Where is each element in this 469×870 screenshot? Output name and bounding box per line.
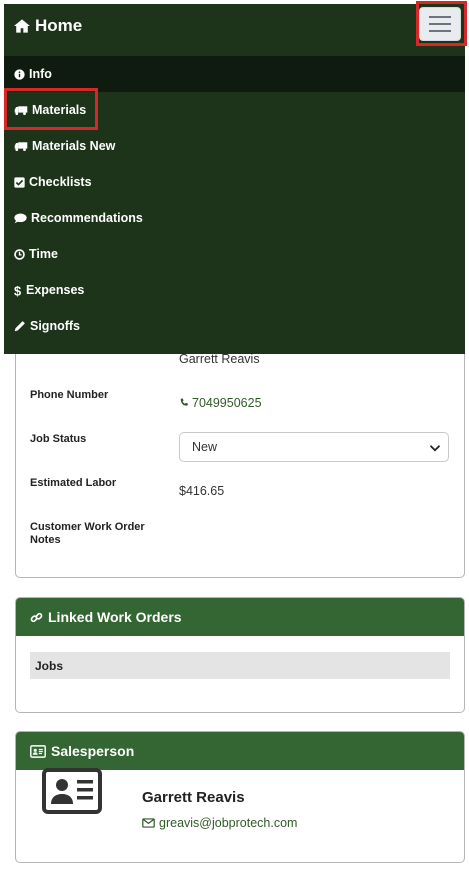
salesperson-name: Garrett Reavis — [142, 789, 245, 806]
menu-item-recommendations[interactable]: Recommendations — [4, 200, 465, 236]
menu-item-checklists-label: Checklists — [29, 175, 92, 189]
top-navbar: Home — [4, 4, 465, 48]
estimated-labor-value: $416.65 — [179, 484, 225, 498]
hamburger-icon-line — [429, 16, 451, 18]
menu-item-materials-label: Materials — [32, 103, 87, 117]
menu-item-recommendations-label: Recommendations — [31, 211, 143, 225]
menu-item-signoffs-label: Signoffs — [30, 319, 80, 333]
salesperson-title: Salesperson — [51, 743, 135, 759]
customer-notes-label-line1: Customer Work Order — [30, 521, 145, 533]
contact-name: Garrett Reavis — [179, 352, 260, 366]
salesperson-card: Salesperson Garrett Reavis greavis@jobpr… — [15, 731, 465, 863]
check-square-icon — [14, 176, 25, 188]
menu-item-expenses[interactable]: $ Expenses — [4, 272, 465, 308]
id-card-icon — [30, 744, 46, 758]
menu-item-signoffs[interactable]: Signoffs — [4, 308, 465, 344]
menu-item-info-label: Info — [29, 67, 52, 81]
dollar-icon: $ — [14, 284, 21, 297]
home-brand-label: Home — [35, 16, 83, 35]
home-icon — [14, 19, 30, 33]
clock-icon — [14, 248, 25, 260]
phone-value: 7049950625 — [192, 396, 262, 410]
salesperson-email-link[interactable]: greavis@jobprotech.com — [142, 816, 297, 830]
job-status-value: New — [192, 440, 218, 454]
menu-item-time-label: Time — [29, 247, 58, 261]
menu-item-materials-new-label: Materials New — [32, 139, 116, 153]
nav-dropdown-menu: Info Materials Materials New Checklists … — [4, 48, 465, 354]
pencil-icon — [14, 321, 25, 332]
menu-item-checklists[interactable]: Checklists — [4, 164, 465, 200]
svg-text:$: $ — [14, 284, 21, 297]
info-circle-icon — [14, 68, 25, 80]
job-status-select[interactable]: New — [179, 432, 449, 462]
menu-item-expenses-label: Expenses — [26, 283, 85, 297]
phone-label: Phone Number — [30, 389, 109, 401]
linked-work-orders-header: Linked Work Orders — [16, 598, 464, 636]
customer-notes-label: Customer Work Order Notes — [30, 521, 145, 547]
menu-item-info[interactable]: Info — [4, 56, 465, 92]
menu-toggle-button[interactable] — [419, 7, 461, 41]
jobs-label: Jobs — [35, 658, 64, 673]
link-icon — [30, 612, 43, 622]
home-brand-link[interactable]: Home — [14, 16, 82, 36]
menu-item-materials-new[interactable]: Materials New — [4, 128, 465, 164]
salesperson-header: Salesperson — [16, 732, 464, 770]
linked-work-orders-title: Linked Work Orders — [48, 609, 182, 625]
menu-item-materials[interactable]: Materials — [4, 92, 465, 128]
contact-card-icon — [42, 768, 102, 814]
envelope-icon — [142, 818, 155, 828]
phone-icon — [180, 398, 188, 406]
estimated-labor-label: Estimated Labor — [30, 477, 117, 489]
phone-link[interactable]: 7049950625 — [179, 396, 262, 410]
hamburger-icon-line — [429, 23, 451, 25]
hamburger-icon-line — [429, 30, 451, 32]
menu-item-time[interactable]: Time — [4, 236, 465, 272]
job-status-label: Job Status — [30, 433, 87, 445]
truck-icon — [14, 141, 28, 151]
chevron-down-icon — [429, 445, 441, 452]
comment-icon — [14, 212, 27, 223]
customer-notes-label-line2: Notes — [30, 534, 61, 546]
salesperson-email: greavis@jobprotech.com — [159, 816, 298, 830]
linked-work-orders-card: Linked Work Orders Jobs — [15, 597, 465, 713]
jobs-table-header: Jobs — [30, 652, 450, 679]
truck-icon — [14, 105, 28, 115]
